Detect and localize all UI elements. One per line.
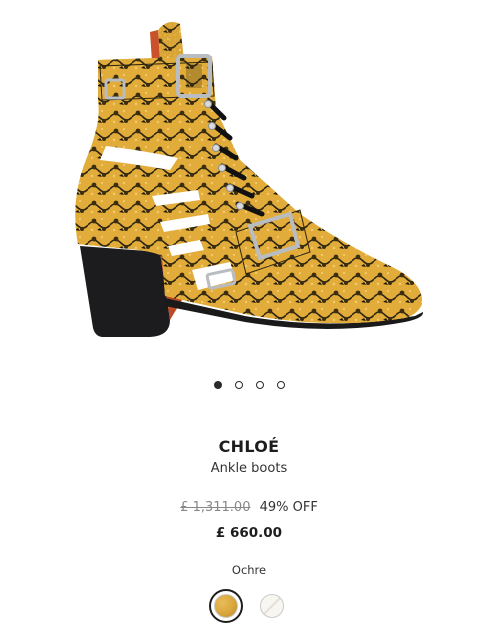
gallery-pagination — [0, 381, 498, 389]
swatch-ochre[interactable] — [209, 589, 243, 623]
gallery-dot-4[interactable] — [276, 381, 285, 389]
original-price: £ 1,311.00 — [180, 500, 251, 515]
gallery-dot-2[interactable] — [234, 381, 243, 389]
product-name: Ankle boots — [210, 461, 288, 476]
swatch-white-color — [260, 594, 284, 618]
ankle-boot-image — [75, 22, 424, 337]
price-row: £ 1,311.00 49% OFF — [0, 500, 498, 515]
product-image-gallery[interactable] — [0, 0, 498, 370]
swatch-ochre-color — [214, 594, 238, 618]
swatch-white[interactable] — [255, 589, 289, 623]
gallery-dot-3[interactable] — [255, 381, 264, 389]
sale-price: £ 660.00 — [215, 525, 283, 541]
brand-name[interactable]: CHLOÉ — [0, 437, 498, 456]
color-swatches — [0, 589, 498, 623]
discount-badge: 49% OFF — [259, 500, 318, 515]
gallery-dot-1[interactable] — [213, 381, 222, 389]
color-name: Ochre — [231, 563, 267, 577]
